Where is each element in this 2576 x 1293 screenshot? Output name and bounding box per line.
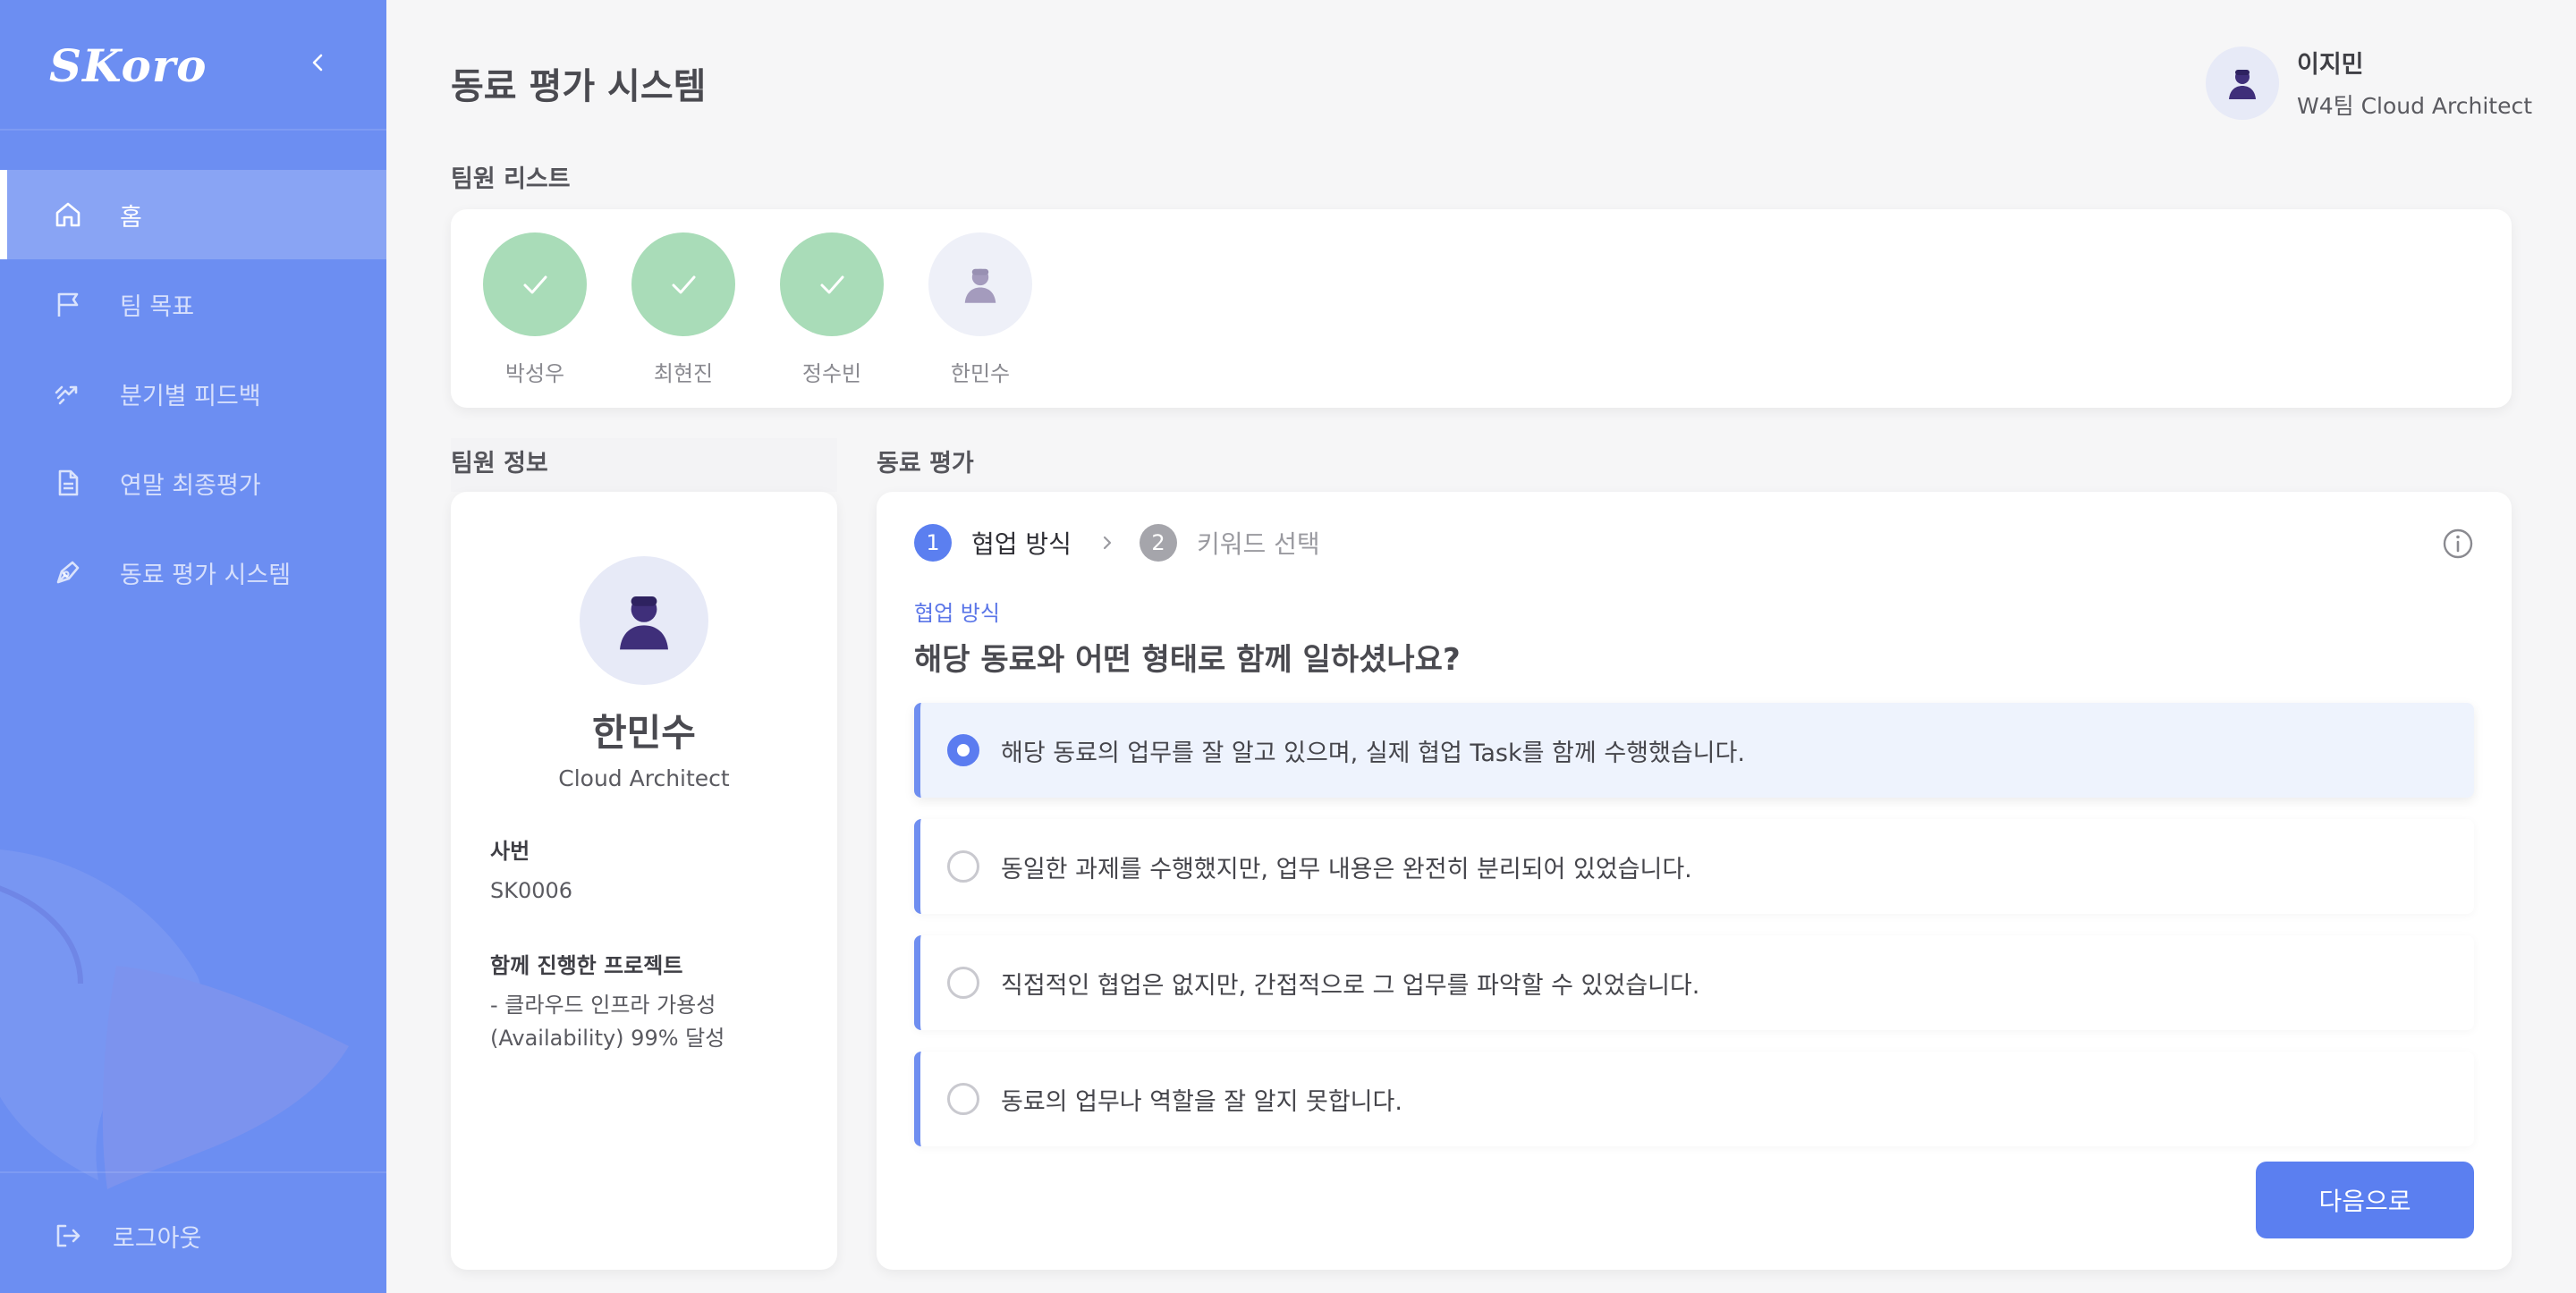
step-number: 1 — [914, 524, 952, 562]
employee-id: SK0006 — [490, 878, 573, 903]
member-info-card: 한민수 Cloud Architect 사번 SK0006 함께 진행한 프로젝… — [451, 492, 837, 1270]
check-icon — [672, 275, 696, 294]
radio-button[interactable] — [947, 967, 979, 999]
user-text: 이지민 W4팀 Cloud Architect — [2297, 45, 2532, 121]
chevron-left-icon — [312, 54, 323, 72]
team-list-label: 팀원 리스트 — [451, 165, 571, 193]
sidebar-item-label: 홈 — [120, 203, 142, 232]
evaluation-card: 1 협업 방식 2 키워드 선택 협업 방식 해당 동료와 어떤 형태로 함께 … — [877, 492, 2512, 1270]
logout-button[interactable]: 로그아웃 — [50, 1218, 201, 1254]
member-status-done — [631, 232, 735, 336]
sidebar-item-annual-evaluation[interactable]: 연말 최종평가 — [0, 438, 386, 528]
user-name: 이지민 — [2297, 51, 2364, 79]
step-number: 2 — [1139, 524, 1177, 562]
projects-label: 함께 진행한 프로젝트 — [490, 953, 683, 978]
member-name: 한민수 — [950, 361, 1011, 386]
projects-value: - 클라우드 인프라 가용성 (Availability) 99% 달성 — [490, 993, 725, 1051]
user-icon — [620, 596, 668, 650]
document-icon — [50, 465, 86, 501]
next-button[interactable]: 다음으로 — [2256, 1162, 2474, 1238]
member-status-done — [483, 232, 587, 336]
team-list-card: 박성우 최현진 정수빈 한민수 — [451, 209, 2512, 408]
sidebar-item-home[interactable]: 홈 — [0, 170, 386, 259]
user-role: W4팀 Cloud Architect — [2297, 93, 2533, 119]
home-icon — [50, 197, 86, 232]
member-item[interactable]: 최현진 — [631, 232, 735, 387]
feedback-icon — [50, 376, 86, 411]
option-list: 해당 동료의 업무를 잘 알고 있으며, 실제 협업 Task를 함께 수행했습… — [914, 703, 2474, 1168]
radio-button[interactable] — [947, 1083, 979, 1115]
member-name: 박성우 — [504, 361, 565, 386]
flag-icon — [50, 286, 86, 322]
page-title: 동료 평가 시스템 — [451, 66, 707, 107]
sidebar: SKoro 홈 팀 목표 분기별 피드백 연말 최종평가 동료 평가 시스템 로… — [0, 0, 386, 1293]
check-icon — [523, 275, 547, 294]
option-item[interactable]: 해당 동료의 업무를 잘 알고 있으며, 실제 협업 Task를 함께 수행했습… — [914, 703, 2474, 798]
member-role: Cloud Architect — [558, 765, 730, 791]
sidebar-divider — [0, 129, 386, 131]
member-item[interactable]: 박성우 — [483, 232, 587, 387]
member-info-label: 팀원 정보 — [451, 450, 548, 477]
info-icon[interactable] — [2440, 526, 2476, 562]
member-name: 한민수 — [592, 711, 696, 755]
member-status-done — [780, 232, 884, 336]
option-text: 동료의 업무나 역할을 잘 알지 못합니다. — [1001, 1087, 1402, 1116]
user-icon — [964, 268, 996, 303]
step-label[interactable]: 키워드 선택 — [1197, 525, 1320, 561]
user-icon — [2229, 69, 2256, 99]
option-text: 해당 동료의 업무를 잘 알고 있으며, 실제 협업 Task를 함께 수행했습… — [1001, 739, 1745, 767]
option-item[interactable]: 동일한 과제를 수행했지만, 업무 내용은 완전히 분리되어 있었습니다. — [914, 819, 2474, 914]
member-avatar — [928, 232, 1032, 336]
sidebar-item-label: 연말 최종평가 — [120, 471, 261, 500]
user-profile[interactable]: 이지민 W4팀 Cloud Architect — [2206, 45, 2532, 121]
chevron-right-icon — [1103, 536, 1112, 550]
check-icon — [820, 275, 844, 294]
member-list: 박성우 최현진 정수빈 한민수 — [483, 232, 1077, 387]
sidebar-item-label: 동료 평가 시스템 — [120, 561, 292, 589]
logo[interactable]: SKoro — [49, 39, 208, 92]
member-name: 최현진 — [653, 361, 714, 386]
option-item[interactable]: 동료의 업무나 역할을 잘 알지 못합니다. — [914, 1052, 2474, 1146]
question-category: 협업 방식 — [914, 601, 1000, 626]
member-item[interactable]: 정수빈 — [780, 232, 884, 387]
sidebar-divider — [0, 1171, 386, 1173]
sidebar-nav: 홈 팀 목표 분기별 피드백 연말 최종평가 동료 평가 시스템 — [0, 170, 386, 617]
question-title: 해당 동료와 어떤 형태로 함께 일하셨나요? — [914, 642, 1461, 678]
logout-icon — [50, 1218, 86, 1254]
sidebar-item-label: 분기별 피드백 — [120, 382, 261, 410]
sidebar-item-quarterly-feedback[interactable]: 분기별 피드백 — [0, 349, 386, 438]
option-text: 직접적인 협업은 없지만, 간접적으로 그 업무를 파악할 수 있었습니다. — [1001, 971, 1700, 1000]
sidebar-item-team-goals[interactable]: 팀 목표 — [0, 259, 386, 349]
member-name: 정수빈 — [801, 361, 862, 386]
sidebar-item-label: 팀 목표 — [120, 292, 195, 321]
radio-button[interactable] — [947, 850, 979, 883]
avatar — [2206, 46, 2279, 120]
option-item[interactable]: 직접적인 협업은 없지만, 간접적으로 그 업무를 파악할 수 있었습니다. — [914, 935, 2474, 1030]
employee-id-label: 사번 — [490, 839, 530, 864]
logout-label: 로그아웃 — [113, 1224, 202, 1253]
option-text: 동일한 과제를 수행했지만, 업무 내용은 완전히 분리되어 있었습니다. — [1001, 855, 1692, 883]
radio-button[interactable] — [947, 734, 979, 766]
sidebar-item-peer-evaluation[interactable]: 동료 평가 시스템 — [0, 528, 386, 617]
pen-icon — [50, 554, 86, 590]
collapse-sidebar-button[interactable] — [301, 45, 336, 80]
member-item[interactable]: 한민수 — [928, 232, 1032, 387]
evaluation-label: 동료 평가 — [877, 450, 974, 477]
stepper: 1 협업 방식 2 키워드 선택 — [914, 524, 1320, 562]
avatar — [580, 556, 708, 685]
step-label-active[interactable]: 협업 방식 — [971, 525, 1072, 561]
